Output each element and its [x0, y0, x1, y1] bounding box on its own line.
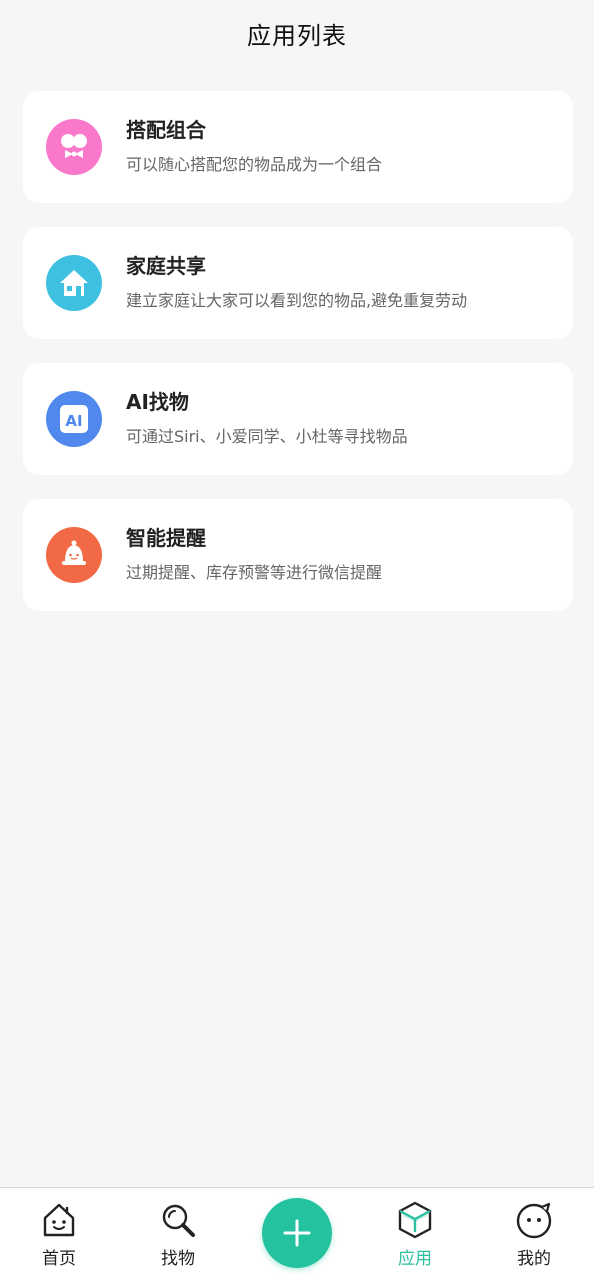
house-icon	[46, 255, 102, 311]
tab-label: 应用	[398, 1249, 432, 1269]
app-description: 建立家庭让大家可以看到您的物品,避免重复劳动	[126, 291, 468, 310]
page-header: 应用列表	[0, 0, 594, 66]
app-list-page: 应用列表 搭配组合 可以随心搭配您的物品成为一个组合 家庭共享 建立家庭让大家可…	[0, 0, 594, 1280]
tab-label: 找物	[161, 1249, 195, 1269]
app-card-outfit-combo[interactable]: 搭配组合 可以随心搭配您的物品成为一个组合	[23, 91, 573, 203]
ai-icon: AI	[46, 391, 102, 447]
bottom-tab-bar: 首页 找物 应用 我的	[0, 1187, 594, 1280]
app-description: 可通过Siri、小爱同学、小杜等寻找物品	[126, 427, 408, 446]
svg-text:AI: AI	[65, 412, 82, 430]
tab-label: 我的	[517, 1249, 551, 1269]
home-icon	[43, 1203, 75, 1237]
app-name: 家庭共享	[126, 254, 206, 278]
add-icon	[283, 1219, 311, 1247]
profile-icon	[516, 1202, 552, 1239]
app-description: 过期提醒、库存预警等进行微信提醒	[126, 563, 383, 582]
app-card-family-share[interactable]: 家庭共享 建立家庭让大家可以看到您的物品,避免重复劳动	[23, 227, 573, 339]
app-description: 可以随心搭配您的物品成为一个组合	[126, 155, 383, 174]
add-button[interactable]	[262, 1198, 332, 1268]
app-name: 搭配组合	[126, 118, 206, 142]
tab-apps[interactable]: 应用	[375, 1200, 455, 1270]
bowtie-icon	[46, 119, 102, 175]
app-name: AI找物	[126, 390, 189, 414]
tab-home[interactable]: 首页	[19, 1200, 99, 1270]
search-icon	[162, 1204, 195, 1237]
bell-icon	[46, 527, 102, 583]
tab-label: 首页	[42, 1249, 76, 1269]
app-name: 智能提醒	[126, 526, 206, 550]
tab-find[interactable]: 找物	[138, 1200, 218, 1270]
tab-mine[interactable]: 我的	[494, 1200, 574, 1270]
cube-icon	[398, 1201, 432, 1239]
app-card-smart-reminder[interactable]: 智能提醒 过期提醒、库存预警等进行微信提醒	[23, 499, 573, 611]
app-card-ai-find[interactable]: AI AI找物 可通过Siri、小爱同学、小杜等寻找物品	[23, 363, 573, 475]
page-title: 应用列表	[247, 21, 347, 50]
